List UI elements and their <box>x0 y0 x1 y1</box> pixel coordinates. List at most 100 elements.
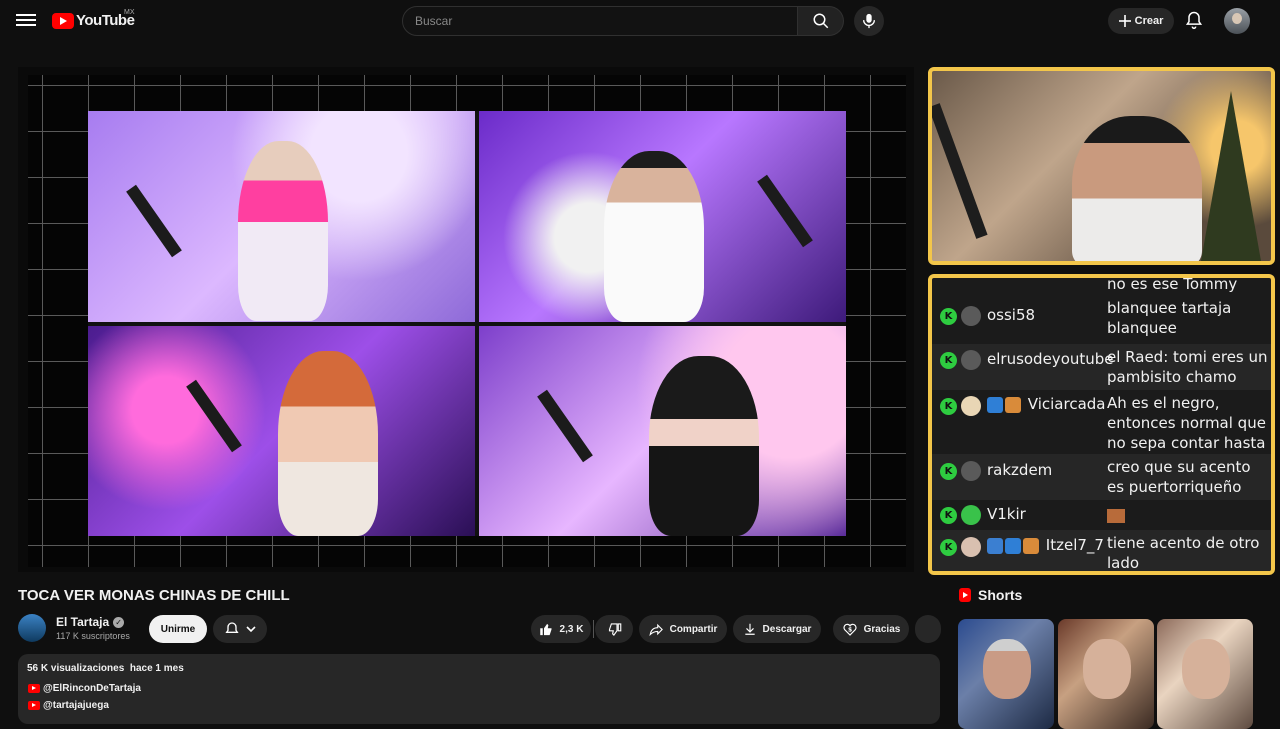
video-meta: 56 K visualizaciones hace 1 mes <box>27 663 184 674</box>
chat-username: elrusodeyoutube <box>987 350 1114 368</box>
more-actions-button[interactable] <box>915 615 941 643</box>
search-button[interactable] <box>798 6 844 36</box>
verified-icon: ✓ <box>113 616 125 628</box>
emote-badge-icon <box>1005 396 1021 413</box>
thanks-label: Gracias <box>863 623 901 635</box>
join-button[interactable]: Unirme <box>149 615 207 643</box>
bell-icon <box>1185 11 1203 30</box>
notifications-button[interactable] <box>1184 10 1206 32</box>
chat-message: K elrusodeyoutube el Raed: tomi eres un … <box>932 344 1271 390</box>
chat-message-text: blanquee tartaja blanquee <box>1107 299 1232 337</box>
dislike-button[interactable] <box>595 615 633 643</box>
chat-username-row: Viciarcada <box>987 395 1105 413</box>
user-avatar-icon <box>961 306 981 326</box>
video-player[interactable] <box>18 67 914 572</box>
create-button[interactable]: Crear <box>1108 8 1174 34</box>
chat-username: Itzel7_7 <box>1045 536 1104 554</box>
user-avatar-icon <box>961 396 981 416</box>
search-input[interactable] <box>402 6 798 36</box>
chat-badge-icon: K <box>940 463 957 480</box>
short-thumbnail[interactable] <box>1157 619 1253 729</box>
search-icon <box>813 13 828 29</box>
chat-username: ossi58 <box>987 306 1036 324</box>
share-icon <box>648 623 663 636</box>
chat-message: K V1kir <box>932 500 1271 530</box>
short-thumbnail[interactable] <box>1058 619 1154 729</box>
like-button[interactable]: 2,3 K <box>531 615 591 643</box>
channel-name-link[interactable]: El Tartaja ✓ <box>56 615 125 629</box>
download-button[interactable]: Descargar <box>733 615 821 643</box>
youtube-logo[interactable]: YouTube <box>52 12 135 29</box>
chat-badge-icon: K <box>940 352 957 369</box>
channel-link[interactable]: @ElRinconDeTartaja <box>28 683 141 694</box>
short-thumbnail[interactable] <box>958 619 1054 729</box>
chat-username: V1kir <box>987 505 1026 523</box>
channel-avatar[interactable] <box>18 614 46 642</box>
emote-icon <box>1107 508 1125 523</box>
chat-username-row: Itzel7_7 <box>987 536 1104 554</box>
chat-message: K ossi58 blanquee tartaja blanquee <box>932 296 1271 344</box>
chevron-down-icon <box>246 626 256 633</box>
user-avatar-icon <box>961 505 981 525</box>
view-count: 56 K visualizaciones <box>27 663 125 674</box>
subscriber-badge-icon <box>987 396 1003 413</box>
streamer-cam-4 <box>479 326 846 536</box>
chat-badge-icon: K <box>940 398 957 415</box>
download-label: Descargar <box>762 623 812 635</box>
bell-icon <box>225 622 239 633</box>
shorts-header: Shorts <box>959 587 1022 603</box>
thumbs-up-icon <box>539 623 552 635</box>
chat-username: Viciarcada <box>1027 395 1106 413</box>
channel-link[interactable]: @tartajajuega <box>28 700 109 711</box>
emote-badge-icon <box>1023 537 1039 554</box>
chat-message-emote <box>1107 505 1271 525</box>
chat-message-text: el Raed: tomi eres un pambisito chamo <box>1107 348 1268 386</box>
chat-message: K rakzdem creo que su acento es puertorr… <box>932 454 1271 500</box>
badge-icon <box>987 537 1003 554</box>
subscriber-badge-icon <box>1005 537 1021 554</box>
chat-overlay: no es ese Tommy K ossi58 blanquee tartaj… <box>928 274 1275 575</box>
share-label: Compartir <box>669 623 718 635</box>
youtube-icon <box>28 684 40 693</box>
youtube-icon <box>28 701 40 710</box>
subscriber-count: 117 K suscriptores <box>56 631 130 641</box>
chat-message-text: no es ese Tommy <box>1107 275 1238 293</box>
menu-icon[interactable] <box>14 11 38 31</box>
thanks-button[interactable]: $ Gracias <box>833 615 909 643</box>
chat-message-text: tiene acento de otro lado <box>1107 534 1260 572</box>
top-bar: YouTube MX Crear <box>0 0 1280 42</box>
subscription-notifications-button[interactable] <box>213 615 267 643</box>
streamer-cam-3 <box>88 326 475 536</box>
chat-badge-icon: K <box>940 539 957 556</box>
description-box[interactable]: 56 K visualizaciones hace 1 mes @ElRinco… <box>18 654 940 724</box>
svg-text:$: $ <box>848 627 852 634</box>
host-camera <box>928 67 1275 265</box>
chat-badge-icon: K <box>940 308 957 325</box>
user-avatar-icon <box>961 461 981 481</box>
share-button[interactable]: Compartir <box>639 615 727 643</box>
download-icon <box>744 623 755 635</box>
channel-link-label: @tartajajuega <box>43 700 109 711</box>
search-bar <box>402 6 844 36</box>
voice-search-button[interactable] <box>854 6 884 36</box>
chat-username: rakzdem <box>987 461 1053 479</box>
chat-message: no es ese Tommy <box>932 275 1271 296</box>
user-avatar-icon <box>961 537 981 557</box>
channel-link-label: @ElRinconDeTartaja <box>43 683 141 694</box>
chat-message: K Viciarcada Ah es el negro, entonces no… <box>932 390 1271 472</box>
account-avatar[interactable] <box>1224 8 1250 34</box>
shorts-icon <box>959 588 971 602</box>
streamer-cam-1 <box>88 111 475 322</box>
divider <box>593 620 594 638</box>
christmas-tree <box>1201 91 1261 261</box>
chat-message: K Itzel7_7 tiene acento de otro lado <box>932 530 1271 572</box>
heart-dollar-icon: $ <box>843 623 857 636</box>
mic-boom <box>932 103 988 239</box>
like-count: 2,3 K <box>559 623 584 635</box>
create-label: Crear <box>1134 15 1164 27</box>
chat-badge-icon: K <box>940 507 957 524</box>
upload-date: hace 1 mes <box>129 663 184 674</box>
streamer-grid <box>88 111 846 536</box>
youtube-play-icon <box>52 12 74 29</box>
host-person <box>1072 116 1202 261</box>
